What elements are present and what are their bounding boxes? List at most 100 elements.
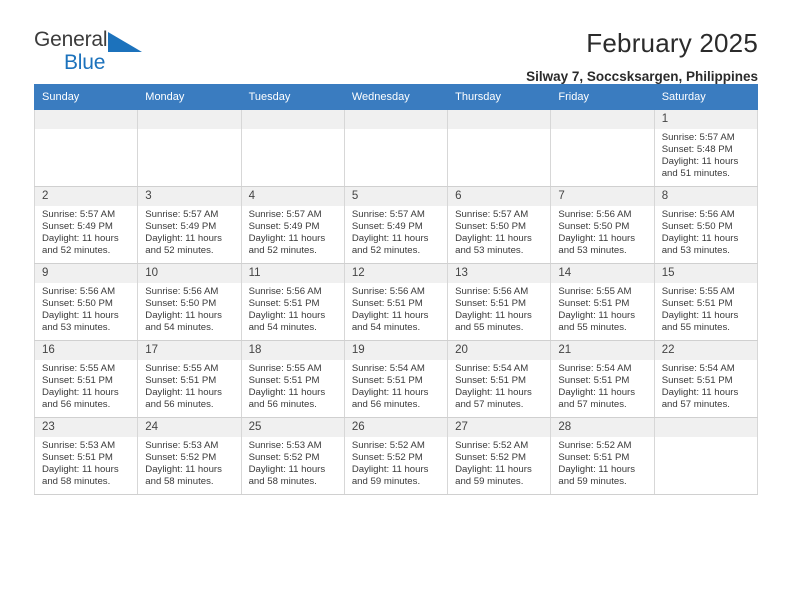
sunset-text: Sunset: 5:52 PM	[351, 452, 423, 464]
sunset-text: Sunset: 5:51 PM	[248, 298, 320, 310]
calendar-day-cell[interactable]: 19 Sunrise: 5:54 AM Sunset: 5:51 PM Dayligh…	[343, 340, 449, 418]
calendar-week-row: 23 Sunrise: 5:53 AM Sunset: 5:51 PM Dayligh…	[33, 417, 759, 495]
daylight-text-line1: Daylight: 11 hours	[661, 156, 739, 168]
calendar-day-cell[interactable]: 8 Sunrise: 5:56 AM Sunset: 5:50 PM Daylight…	[653, 186, 759, 264]
day-number: 15	[654, 264, 757, 283]
calendar-day-cell[interactable]: 23 Sunrise: 5:53 AM Sunset: 5:51 PM Dayligh…	[33, 417, 139, 495]
day-cell-inner: 5 Sunrise: 5:57 AM Sunset: 5:49 PM Daylight…	[344, 187, 448, 257]
daylight-text-line1: Daylight: 11 hours	[558, 310, 636, 322]
calendar-day-cell[interactable]: 18 Sunrise: 5:55 AM Sunset: 5:51 PM Dayligh…	[240, 340, 345, 418]
calendar-day-cell[interactable]: 7 Sunrise: 5:56 AM Sunset: 5:50 PM Daylight…	[550, 186, 655, 264]
calendar-day-cell[interactable]: 28 Sunrise: 5:52 AM Sunset: 5:51 PM Dayligh…	[550, 417, 655, 495]
sunrise-text: Sunrise: 5:54 AM	[351, 363, 425, 374]
sunset-text: Sunset: 5:49 PM	[42, 221, 113, 233]
calendar-page: General Blue February 2025 Silway 7, Soc…	[0, 0, 792, 612]
day-details: Sunrise: 5:56 AM Sunset: 5:51 PM Daylight:…	[345, 283, 447, 334]
calendar-day-cell[interactable]: 13 Sunrise: 5:56 AM Sunset: 5:51 PM Dayligh…	[447, 263, 552, 341]
day-number: 6	[448, 187, 551, 206]
day-details: Sunrise: 5:56 AM Sunset: 5:51 PM Daylight:…	[242, 283, 344, 334]
calendar-day-cell[interactable]: 24 Sunrise: 5:53 AM Sunset: 5:52 PM Dayligh…	[137, 417, 242, 495]
day-number: 1	[654, 110, 757, 129]
daylight-text-line2: and 56 minutes.	[42, 399, 111, 411]
sunset-text: Sunset: 5:52 PM	[455, 452, 527, 464]
calendar-day-cell[interactable]: 4 Sunrise: 5:57 AM Sunset: 5:49 PM Daylight…	[240, 186, 345, 264]
day-details: Sunrise: 5:57 AM Sunset: 5:49 PM Daylight:…	[345, 206, 447, 257]
day-cell-inner: 19 Sunrise: 5:54 AM Sunset: 5:51 PM Dayligh…	[344, 341, 448, 411]
calendar-day-cell[interactable]: 21 Sunrise: 5:54 AM Sunset: 5:51 PM Dayligh…	[550, 340, 655, 418]
daylight-text-line1: Daylight: 11 hours	[145, 310, 222, 322]
day-cell-inner: 4 Sunrise: 5:57 AM Sunset: 5:49 PM Daylight…	[241, 187, 344, 257]
calendar-day-cell[interactable]: 2 Sunrise: 5:57 AM Sunset: 5:49 PM Daylight…	[33, 186, 139, 264]
sunrise-text: Sunrise: 5:57 AM	[248, 209, 322, 220]
calendar-day-cell[interactable]: 27 Sunrise: 5:52 AM Sunset: 5:52 PM Dayligh…	[447, 417, 552, 495]
day-cell-inner: 13 Sunrise: 5:56 AM Sunset: 5:51 PM Dayligh…	[448, 264, 551, 334]
daylight-text-line1: Daylight: 11 hours	[558, 233, 636, 245]
sunrise-text: Sunrise: 5:52 AM	[558, 440, 632, 451]
day-number: 19	[344, 341, 448, 360]
calendar-day-cell[interactable]: 14 Sunrise: 5:55 AM Sunset: 5:51 PM Dayligh…	[550, 263, 655, 341]
calendar-day-cell[interactable]: 11 Sunrise: 5:56 AM Sunset: 5:51 PM Dayligh…	[240, 263, 345, 341]
day-number: 2	[35, 187, 138, 206]
calendar-day-cell[interactable]: 12 Sunrise: 5:56 AM Sunset: 5:51 PM Dayligh…	[343, 263, 449, 341]
day-cell-inner: 20 Sunrise: 5:54 AM Sunset: 5:51 PM Dayligh…	[448, 341, 551, 411]
daylight-text-line2: and 52 minutes.	[248, 245, 317, 257]
calendar-day-cell[interactable]: 16 Sunrise: 5:55 AM Sunset: 5:51 PM Dayligh…	[33, 340, 139, 418]
daylight-text-line1: Daylight: 11 hours	[455, 387, 532, 399]
day-cell-inner: 1 Sunrise: 5:57 AM Sunset: 5:48 PM Daylight…	[654, 110, 757, 180]
daylight-text-line2: and 59 minutes.	[558, 476, 627, 488]
day-cell-inner: 12 Sunrise: 5:56 AM Sunset: 5:51 PM Dayligh…	[344, 264, 448, 334]
day-details: Sunrise: 5:56 AM Sunset: 5:51 PM Daylight:…	[448, 283, 550, 334]
day-details: Sunrise: 5:56 AM Sunset: 5:50 PM Daylight:…	[655, 206, 757, 257]
calendar-day-cell[interactable]: 26 Sunrise: 5:52 AM Sunset: 5:52 PM Dayligh…	[343, 417, 449, 495]
day-cell-inner: 28 Sunrise: 5:52 AM Sunset: 5:51 PM Dayligh…	[551, 418, 654, 488]
daylight-text-line1: Daylight: 11 hours	[42, 387, 119, 399]
day-details: Sunrise: 5:55 AM Sunset: 5:51 PM Daylight:…	[242, 360, 344, 411]
daylight-text-line1: Daylight: 11 hours	[558, 464, 636, 476]
page-subtitle: Silway 7, Soccsksargen, Philippines	[526, 69, 758, 84]
daylight-text-line2: and 56 minutes.	[351, 399, 421, 411]
sunset-text: Sunset: 5:51 PM	[351, 375, 423, 387]
calendar-day-cell[interactable]: 17 Sunrise: 5:55 AM Sunset: 5:51 PM Dayligh…	[137, 340, 242, 418]
sunset-text: Sunset: 5:52 PM	[248, 452, 320, 464]
calendar-day-cell[interactable]: 9 Sunrise: 5:56 AM Sunset: 5:50 PM Daylight…	[33, 263, 139, 341]
calendar-day-cell[interactable]: 25 Sunrise: 5:53 AM Sunset: 5:52 PM Dayligh…	[240, 417, 345, 495]
daylight-text-line2: and 52 minutes.	[145, 245, 214, 257]
day-number: 24	[138, 418, 241, 437]
calendar-cell-empty	[137, 109, 242, 187]
calendar-day-cell[interactable]: 15 Sunrise: 5:55 AM Sunset: 5:51 PM Dayligh…	[653, 263, 759, 341]
calendar-day-cell[interactable]: 10 Sunrise: 5:56 AM Sunset: 5:50 PM Dayligh…	[137, 263, 242, 341]
day-details: Sunrise: 5:53 AM Sunset: 5:51 PM Daylight:…	[35, 437, 137, 488]
sunrise-text: Sunrise: 5:53 AM	[145, 440, 219, 451]
daylight-text-line1: Daylight: 11 hours	[351, 233, 429, 245]
weekday-header-tuesday: Tuesday	[240, 84, 345, 110]
sunset-text: Sunset: 5:49 PM	[145, 221, 217, 233]
daylight-text-line2: and 59 minutes.	[455, 476, 524, 488]
daylight-text-line2: and 57 minutes.	[558, 399, 627, 411]
calendar-day-cell[interactable]: 20 Sunrise: 5:54 AM Sunset: 5:51 PM Dayligh…	[447, 340, 552, 418]
calendar-day-cell[interactable]: 3 Sunrise: 5:57 AM Sunset: 5:49 PM Daylight…	[137, 186, 242, 264]
day-cell-inner	[241, 110, 344, 132]
triangle-logo-icon	[108, 32, 142, 52]
calendar-week-row: 1 Sunrise: 5:57 AM Sunset: 5:48 PM Daylight…	[33, 109, 759, 187]
calendar-day-cell[interactable]: 5 Sunrise: 5:57 AM Sunset: 5:49 PM Daylight…	[343, 186, 449, 264]
calendar-day-cell[interactable]: 6 Sunrise: 5:57 AM Sunset: 5:50 PM Daylight…	[447, 186, 552, 264]
sunset-text: Sunset: 5:48 PM	[661, 144, 733, 156]
day-cell-inner: 10 Sunrise: 5:56 AM Sunset: 5:50 PM Dayligh…	[138, 264, 241, 334]
day-cell-inner: 9 Sunrise: 5:56 AM Sunset: 5:50 PM Daylight…	[35, 264, 138, 334]
sunrise-text: Sunrise: 5:55 AM	[558, 286, 632, 297]
daylight-text-line1: Daylight: 11 hours	[42, 233, 119, 245]
calendar-day-cell[interactable]: 1 Sunrise: 5:57 AM Sunset: 5:48 PM Daylight…	[653, 109, 759, 187]
day-number: 25	[241, 418, 344, 437]
day-details: Sunrise: 5:55 AM Sunset: 5:51 PM Daylight:…	[551, 283, 653, 334]
day-cell-inner: 24 Sunrise: 5:53 AM Sunset: 5:52 PM Dayligh…	[138, 418, 241, 488]
day-details: Sunrise: 5:53 AM Sunset: 5:52 PM Daylight:…	[138, 437, 240, 488]
calendar-week-row: 9 Sunrise: 5:56 AM Sunset: 5:50 PM Daylight…	[33, 263, 759, 341]
daylight-text-line2: and 56 minutes.	[145, 399, 214, 411]
day-cell-inner: 6 Sunrise: 5:57 AM Sunset: 5:50 PM Daylight…	[448, 187, 551, 257]
sunrise-text: Sunrise: 5:57 AM	[42, 209, 116, 220]
day-number	[448, 110, 551, 129]
calendar-cell-empty	[550, 109, 655, 187]
weekday-header-thursday: Thursday	[447, 84, 552, 110]
brand-logo[interactable]: General Blue	[34, 28, 154, 80]
calendar-day-cell[interactable]: 22 Sunrise: 5:54 AM Sunset: 5:51 PM Dayligh…	[653, 340, 759, 418]
